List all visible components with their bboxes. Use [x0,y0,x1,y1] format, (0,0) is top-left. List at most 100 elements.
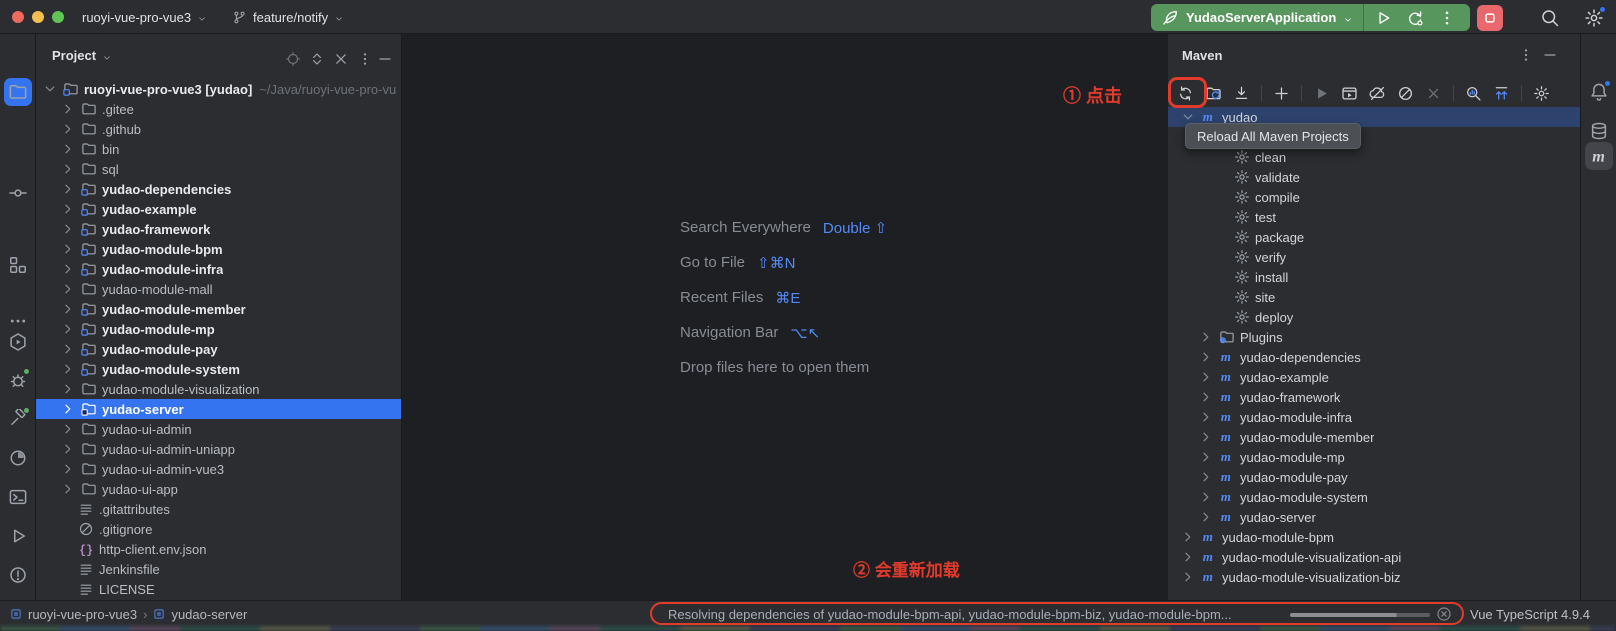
panel-options-button[interactable] [1518,47,1534,63]
tree-row[interactable]: yudao-dependencies [36,179,401,199]
tree-row[interactable]: LICENSE [36,579,401,599]
run-button[interactable] [1374,9,1392,27]
tree-row[interactable]: yudao-module-system [36,359,401,379]
maven-tree-row[interactable]: myudao-module-pay [1168,467,1580,487]
sidebar-item-project[interactable] [4,78,32,106]
expand-selection-button[interactable] [309,51,325,67]
maven-tree-row[interactable]: myudao-server [1168,507,1580,527]
window-minimize-button[interactable] [32,11,44,23]
locate-file-button[interactable] [285,51,301,67]
chevron-right-icon [60,461,76,477]
rerun-debug-button[interactable] [1406,9,1424,27]
hide-panel-button[interactable] [377,51,393,67]
sidebar-item-problems[interactable] [8,565,28,585]
window-maximize-button[interactable] [52,11,64,23]
tree-row[interactable]: yudao-module-visualization [36,379,401,399]
tree-row[interactable]: Jenkinsfile [36,559,401,579]
maven-project-icon: m [1201,569,1217,585]
tree-row[interactable]: .gitee [36,99,401,119]
tree-row[interactable]: .gitignore [36,519,401,539]
maven-tree-row[interactable]: myudao-module-visualization-api [1168,547,1580,567]
stop-button[interactable] [1477,5,1503,31]
maven-tree-row[interactable]: myudao-module-infra [1168,407,1580,427]
maven-tree-row[interactable]: clean [1168,147,1580,167]
tree-row[interactable]: {}http-client.env.json [36,539,401,559]
maven-tree-row[interactable]: test [1168,207,1580,227]
more-run-options-button[interactable] [1438,9,1456,27]
project-widget[interactable]: ruoyi-vue-pro-vue3 [82,0,207,34]
search-everywhere-button[interactable] [1540,8,1560,28]
maven-tree-row[interactable]: compile [1168,187,1580,207]
tree-row[interactable]: .github [36,119,401,139]
sidebar-item-structure[interactable] [8,255,28,275]
dependency-analyzer-icon[interactable] [1465,85,1482,102]
sidebar-item-maven[interactable]: m [1585,142,1613,170]
cancel-progress-button[interactable] [1436,606,1452,622]
maven-tree-row[interactable]: Plugins [1168,327,1580,347]
maven-tree-row[interactable]: myudao-example [1168,367,1580,387]
tree-row[interactable]: yudao-module-member [36,299,401,319]
chevron-down-icon [1343,13,1353,23]
hide-panel-button[interactable] [1542,47,1558,63]
tree-row[interactable]: yudao-server [36,399,401,419]
download-sources-icon[interactable] [1233,85,1250,102]
maven-tree-row[interactable]: myudao-framework [1168,387,1580,407]
tree-row[interactable]: yudao-module-pay [36,339,401,359]
maven-tree-row[interactable]: myudao-dependencies [1168,347,1580,367]
sidebar-item-terminal[interactable] [8,487,28,507]
tree-row[interactable]: yudao-ui-admin [36,419,401,439]
maven-tree-row[interactable]: deploy [1168,307,1580,327]
sidebar-item-debug[interactable] [8,370,28,390]
tree-row[interactable]: yudao-module-mp [36,319,401,339]
close-icon[interactable] [1425,85,1442,102]
maven-tree-row[interactable]: myudao-module-system [1168,487,1580,507]
tree-row[interactable]: .gitattributes [36,499,401,519]
problems-icon [8,565,28,585]
maven-tree-row[interactable]: package [1168,227,1580,247]
branch-widget[interactable]: feature/notify [232,0,344,34]
tree-row[interactable]: yudao-ui-admin-vue3 [36,459,401,479]
maven-tree-row[interactable]: myudao-module-visualization-biz [1168,567,1580,587]
tree-row[interactable]: yudao-ui-admin-uniapp [36,439,401,459]
settings-icon[interactable] [1533,85,1550,102]
sidebar-item-services[interactable] [8,332,28,352]
reload-all-icon[interactable] [1177,85,1194,102]
sidebar-item-coverage[interactable] [8,448,28,468]
maven-tree-row[interactable]: site [1168,287,1580,307]
collapse-all-button[interactable] [333,51,349,67]
maven-tree-row[interactable]: verify [1168,247,1580,267]
sidebar-item-database[interactable] [1589,121,1609,141]
maven-tree-row[interactable]: myudao-module-mp [1168,447,1580,467]
offline-mode-icon[interactable] [1369,85,1386,102]
maven-tree-row[interactable]: install [1168,267,1580,287]
typescript-version-widget[interactable]: Vue TypeScript 4.9.4 [1470,601,1590,627]
skip-tests-icon[interactable] [1397,85,1414,102]
run-goal-icon[interactable] [1313,85,1330,102]
breadcrumb[interactable]: ruoyi-vue-pro-vue3›yudao-server [10,601,247,627]
sidebar-item-run[interactable] [8,526,28,546]
tree-row-root[interactable]: ruoyi-vue-pro-vue3 [yudao]~/Java/ruoyi-v… [36,79,401,99]
add-icon[interactable] [1273,85,1290,102]
tree-row[interactable]: sql [36,159,401,179]
maven-tree-row[interactable]: myudao-module-member [1168,427,1580,447]
sidebar-item-notifications[interactable] [1589,82,1609,102]
project-panel-title[interactable]: Project [52,48,112,63]
tree-row[interactable]: yudao-module-mall [36,279,401,299]
sidebar-item-commit[interactable] [8,183,28,203]
sidebar-item-build[interactable] [8,409,28,429]
window-close-button[interactable] [12,11,24,23]
tree-row[interactable]: yudao-example [36,199,401,219]
tree-row[interactable]: yudao-module-bpm [36,239,401,259]
generate-sources-icon[interactable] [1205,85,1222,102]
tree-row[interactable]: yudao-module-infra [36,259,401,279]
maven-tree-row[interactable]: validate [1168,167,1580,187]
sidebar-item-more[interactable] [8,311,28,331]
tree-row[interactable]: bin [36,139,401,159]
run-config-selector[interactable]: YudaoServerApplication [1151,4,1363,31]
maven-tree-row[interactable]: myudao-module-bpm [1168,527,1580,547]
expand-all-deps-icon[interactable] [1493,85,1510,102]
tree-row[interactable]: yudao-framework [36,219,401,239]
panel-options-button[interactable] [357,51,373,67]
tree-row[interactable]: yudao-ui-app [36,479,401,499]
execute-goal-icon[interactable] [1341,85,1358,102]
